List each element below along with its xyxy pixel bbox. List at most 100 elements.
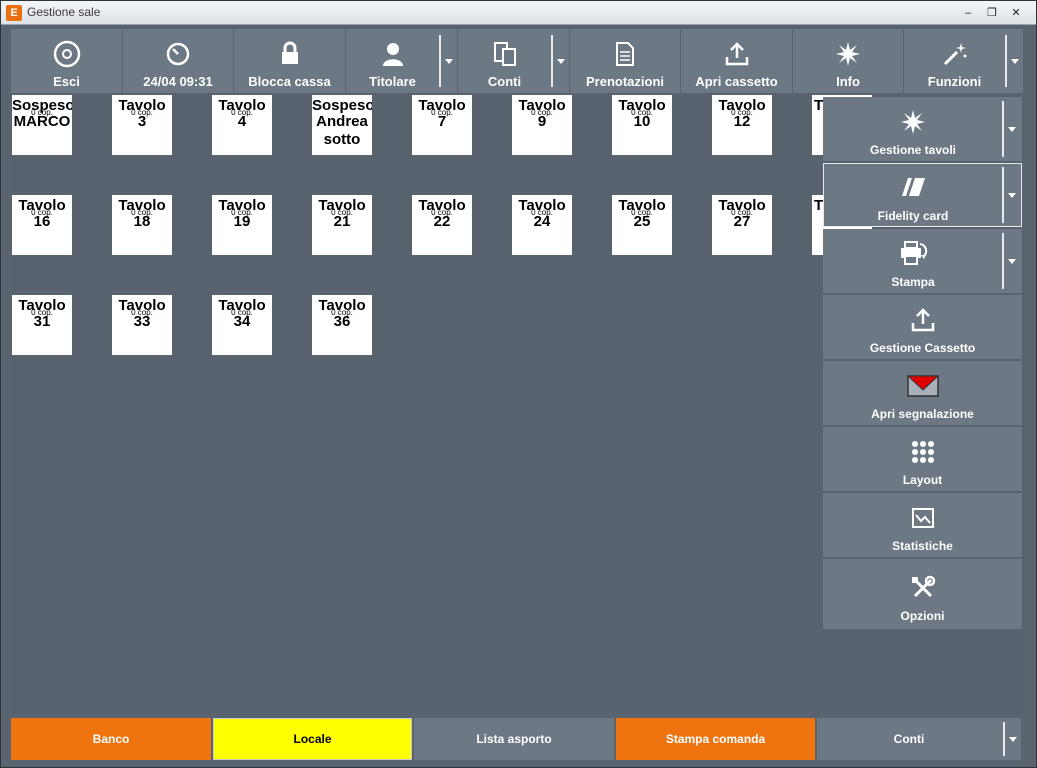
manage-tables-label: Gestione tavoli [869,143,957,157]
table-covers: 0 cop. [231,308,253,317]
owner-label: Titolare [369,74,416,89]
layout-button[interactable]: Layout [823,427,1022,491]
app-window: E Gestione sale ‒ ❐ ✕ Esci 24/04 09:31 B… [0,0,1037,768]
table-tile[interactable]: Tavolo 25 0 cop. [612,195,672,255]
user-icon [346,39,439,69]
info-label: Info [836,74,860,89]
chevron-down-icon [557,58,565,64]
open-drawer-button[interactable]: Apri cassetto [681,29,793,93]
chevron-down-icon [1009,736,1017,742]
table-number: Andrea [316,113,368,130]
magic-wand-icon [904,39,1005,69]
options-label: Opzioni [900,609,945,623]
exit-button[interactable]: Esci [11,29,123,93]
open-drawer-label: Apri cassetto [695,74,778,89]
table-covers: 0 cop. [231,108,253,117]
chevron-down-icon [1008,126,1016,132]
document-icon [570,39,680,69]
open-report-label: Apri segnalazione [871,407,974,421]
table-tile[interactable]: Tavolo 27 0 cop. [712,195,772,255]
accounts-bottom-button[interactable]: Conti [817,718,1021,760]
local-button[interactable]: Locale [213,718,412,760]
accounts-dropdown-arrow[interactable] [551,35,569,87]
table-covers: 0 cop. [631,208,653,217]
chart-icon [823,503,1022,533]
table-tile[interactable]: Tavolo 4 0 cop. [212,95,272,155]
table-covers: 0 cop. [31,108,53,117]
statistics-button[interactable]: Statistiche [823,493,1022,557]
side-menu: Gestione tavoli Fidelity card Stampa Ges… [823,97,1022,631]
table-covers: 0 cop. [531,108,553,117]
table-covers: 0 cop. [131,108,153,117]
table-tile[interactable]: Tavolo 10 0 cop. [612,95,672,155]
minimize-button[interactable]: ‒ [959,4,977,22]
restore-button[interactable]: ❐ [983,4,1001,22]
grid-icon [823,437,1022,467]
table-covers: 0 cop. [431,208,453,217]
fidelity-card-label: Fidelity card [877,209,949,223]
functions-label: Funzioni [927,74,982,89]
table-tile[interactable]: Tavolo 7 0 cop. [412,95,472,155]
table-tile[interactable]: Tavolo 21 0 cop. [312,195,372,255]
print-label: Stampa [891,275,935,289]
reservations-button[interactable]: Prenotazioni [570,29,681,93]
datetime-label: 24/04 09:31 [143,74,213,89]
owner-dropdown-arrow[interactable] [439,35,457,87]
layout-label: Layout [902,473,943,487]
power-icon [11,39,122,69]
cash-drawer-button[interactable]: Gestione Cassetto [823,295,1022,359]
table-covers: 0 cop. [31,208,53,217]
table-tile[interactable]: Tavolo 22 0 cop. [412,195,472,255]
accounts-bottom-dropdown-arrow[interactable] [1003,722,1021,756]
top-toolbar: Esci 24/04 09:31 Blocca cassa Titolare C… [11,29,1023,93]
options-button[interactable]: Opzioni [823,559,1022,629]
table-tile[interactable]: Tavolo 16 0 cop. [12,195,72,255]
reservations-label: Prenotazioni [585,74,664,89]
takeaway-list-button[interactable]: Lista asporto [414,718,614,760]
close-button[interactable]: ✕ [1007,4,1025,22]
table-tile[interactable]: Tavolo 3 0 cop. [112,95,172,155]
title-bar: E Gestione sale ‒ ❐ ✕ [1,1,1036,25]
datetime-button[interactable]: 24/04 09:31 [123,29,234,93]
counter-button[interactable]: Banco [11,718,211,760]
accounts-button[interactable]: Conti [458,29,570,93]
lock-register-button[interactable]: Blocca cassa [234,29,346,93]
printer-icon [823,239,1003,269]
window-title: Gestione sale [27,5,101,19]
table-covers: 0 cop. [231,208,253,217]
table-tile[interactable]: Tavolo 9 0 cop. [512,95,572,155]
table-tile[interactable]: Tavolo 31 0 cop. [12,295,72,355]
fidelity-card-button[interactable]: Fidelity card [823,163,1022,227]
manage-tables-button[interactable]: Gestione tavoli [823,97,1022,161]
table-tile[interactable]: Sospeso MARCO 0 cop. [12,95,72,155]
chevron-down-icon [1008,192,1016,198]
table-tile[interactable]: Tavolo 36 0 cop. [312,295,372,355]
table-tile[interactable]: Tavolo 19 0 cop. [212,195,272,255]
envelope-icon [823,371,1022,401]
print-button[interactable]: Stampa [823,229,1022,293]
bottom-bar: Banco Locale Lista asporto Stampa comand… [11,718,1023,760]
open-report-button[interactable]: Apri segnalazione [823,361,1022,425]
table-number-line2: sotto [323,131,361,148]
print-dropdown-arrow[interactable] [1002,233,1020,289]
table-covers: 0 cop. [331,308,353,317]
table-tile[interactable]: Tavolo 24 0 cop. [512,195,572,255]
table-covers: 0 cop. [631,108,653,117]
table-tile[interactable]: Sospeso Andrea sotto [312,95,372,155]
chevron-down-icon [445,58,453,64]
table-tile[interactable]: Tavolo 33 0 cop. [112,295,172,355]
fidelity-card-dropdown-arrow[interactable] [1002,167,1020,223]
table-covers: 0 cop. [431,108,453,117]
info-button[interactable]: Info [793,29,904,93]
table-covers: 0 cop. [731,208,753,217]
starburst-icon [823,107,1003,137]
statistics-label: Statistiche [892,539,953,553]
table-tile[interactable]: Tavolo 18 0 cop. [112,195,172,255]
manage-tables-dropdown-arrow[interactable] [1002,101,1020,157]
print-order-button[interactable]: Stampa comanda [616,718,815,760]
functions-dropdown-arrow[interactable] [1005,35,1023,87]
owner-button[interactable]: Titolare [346,29,458,93]
table-tile[interactable]: Tavolo 12 0 cop. [712,95,772,155]
table-tile[interactable]: Tavolo 34 0 cop. [212,295,272,355]
functions-button[interactable]: Funzioni [904,29,1023,93]
